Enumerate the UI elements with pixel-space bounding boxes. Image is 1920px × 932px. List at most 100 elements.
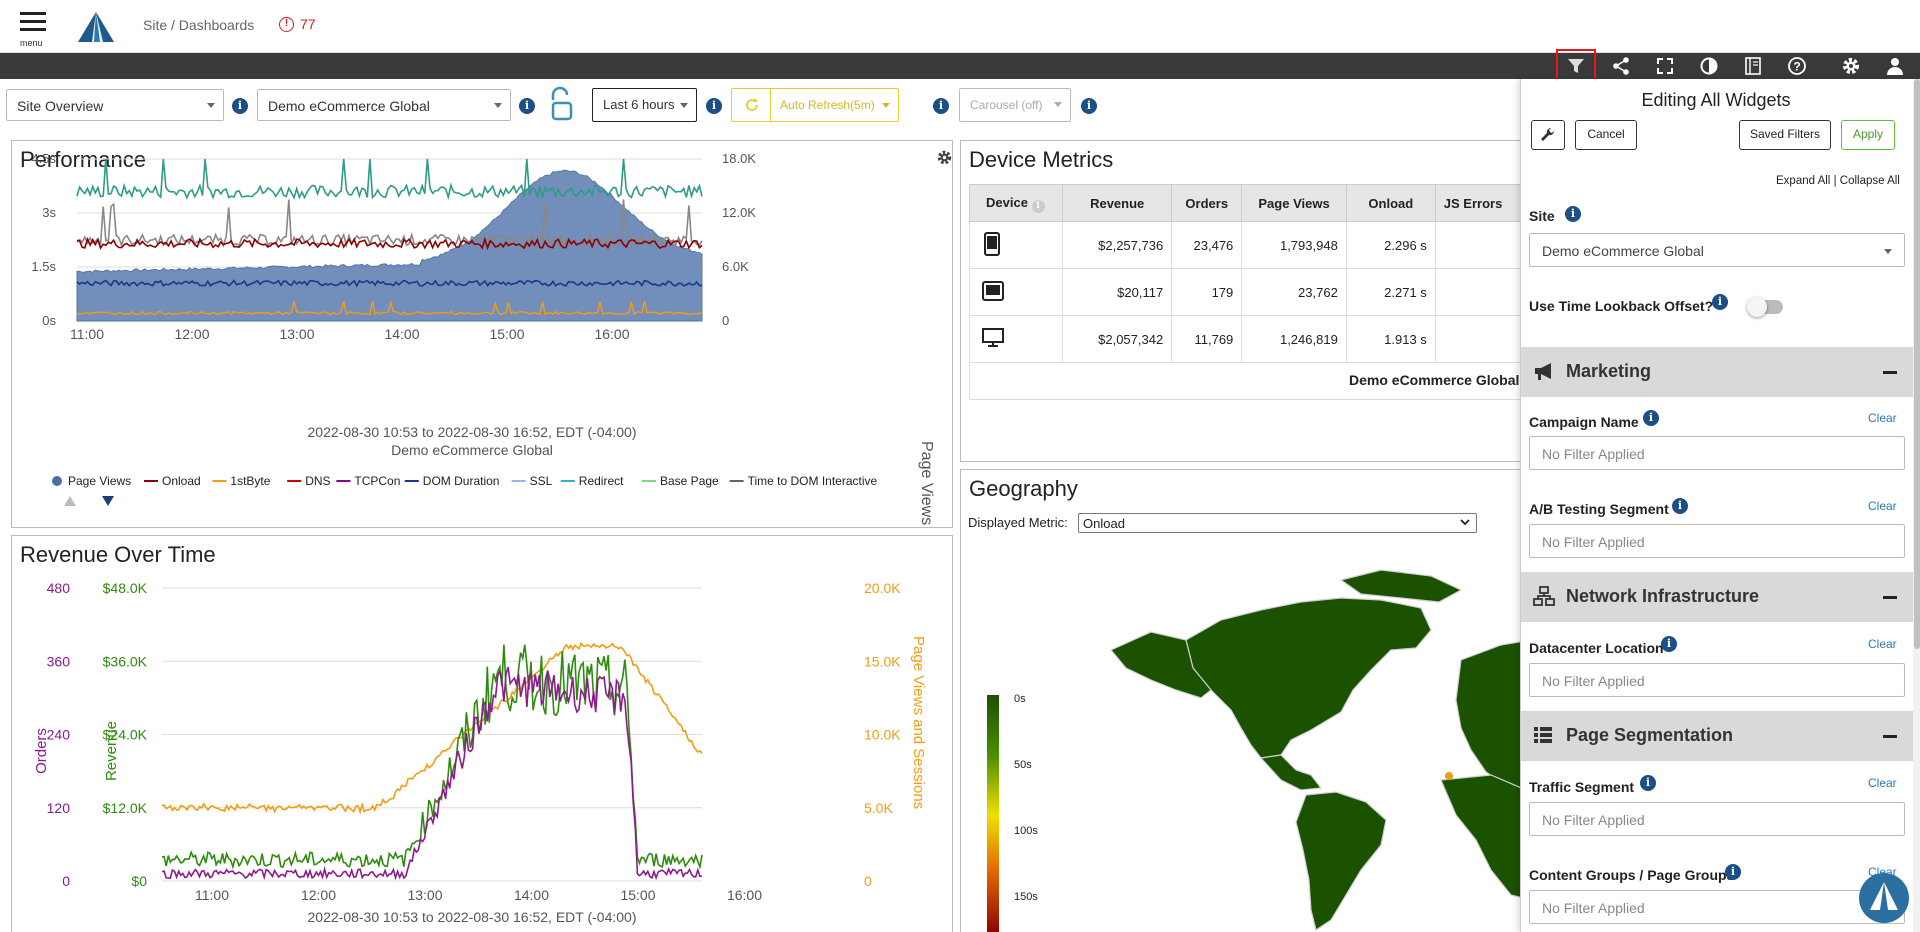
unlock-icon[interactable] bbox=[549, 86, 575, 122]
scrollbar-thumb[interactable] bbox=[1914, 79, 1920, 649]
legend-item[interactable]: Base Page bbox=[660, 474, 719, 488]
legend-item[interactable]: Time to DOM Interactive bbox=[748, 474, 878, 488]
y2-tick-label: 6.0K bbox=[722, 259, 749, 274]
wrench-icon bbox=[1541, 127, 1555, 141]
y2-tick-label: 0 bbox=[722, 313, 729, 328]
collapse-all-link[interactable]: Collapse All bbox=[1840, 175, 1900, 187]
legend-item[interactable]: DNS bbox=[305, 474, 330, 488]
dashboard-select[interactable]: Site Overview bbox=[6, 89, 224, 121]
alert-count: 77 bbox=[300, 16, 316, 32]
column-header[interactable]: Revenue bbox=[1062, 184, 1173, 222]
auto-refresh-control[interactable]: Auto Refresh(5m) bbox=[731, 88, 899, 122]
alert-icon: ! bbox=[279, 16, 294, 32]
scrollbar-track[interactable] bbox=[1913, 79, 1920, 932]
site-select[interactable]: Demo eCommerce Global bbox=[257, 89, 511, 121]
y-tick-label: 3s bbox=[42, 205, 56, 220]
notebook-icon[interactable] bbox=[1743, 56, 1763, 76]
column-header[interactable]: Orders bbox=[1171, 184, 1243, 222]
dashboard-toolbar: ? bbox=[0, 53, 1920, 79]
table-row[interactable]: $2,257,736 23,476 1,793,948 2.296 s bbox=[968, 221, 1529, 269]
info-icon[interactable]: i bbox=[1640, 775, 1656, 791]
table-row[interactable]: $20,117 179 23,762 2.271 s bbox=[968, 268, 1529, 316]
info-icon[interactable]: i bbox=[1643, 410, 1659, 426]
legend-item[interactable]: Redirect bbox=[579, 474, 624, 488]
orders-tick: 480 bbox=[47, 580, 71, 596]
fullscreen-icon[interactable] bbox=[1655, 56, 1675, 76]
info-icon[interactable]: i bbox=[1081, 98, 1097, 114]
filter-label: Content Groups / Page Groups bbox=[1529, 867, 1735, 883]
info-icon[interactable]: i bbox=[1712, 294, 1728, 310]
widget-title: Device Metrics bbox=[969, 147, 1114, 172]
gear-icon[interactable] bbox=[1841, 56, 1861, 76]
help-icon[interactable]: ? bbox=[1787, 56, 1807, 76]
section-page-segmentation[interactable]: Page Segmentation bbox=[1521, 711, 1913, 761]
wrench-button[interactable] bbox=[1531, 120, 1565, 150]
info-icon[interactable]: i bbox=[232, 98, 248, 114]
x-tick-label: 13:00 bbox=[279, 326, 314, 342]
collapse-icon[interactable] bbox=[1883, 596, 1897, 599]
site-filter-select[interactable]: Demo eCommerce Global bbox=[1529, 233, 1905, 267]
legend-item[interactable]: DOM Duration bbox=[423, 474, 500, 488]
collapse-icon[interactable] bbox=[1883, 735, 1897, 738]
campaign-name-filter[interactable]: No Filter Applied bbox=[1529, 436, 1905, 470]
expand-all-link[interactable]: Expand All bbox=[1776, 175, 1830, 187]
contrast-icon[interactable] bbox=[1699, 56, 1719, 76]
scroll-up-icon[interactable] bbox=[64, 496, 76, 506]
saved-filters-button[interactable]: Saved Filters bbox=[1739, 120, 1831, 150]
world-map[interactable]: 0s 50s 100s 150s bbox=[961, 540, 1530, 932]
clear-link[interactable]: Clear bbox=[1868, 637, 1897, 651]
info-icon[interactable]: i bbox=[706, 98, 722, 114]
refresh-icon[interactable] bbox=[745, 98, 759, 112]
legend-item[interactable]: SSL bbox=[530, 474, 553, 488]
section-network-infrastructure[interactable]: Network Infrastructure bbox=[1521, 572, 1913, 622]
info-icon[interactable]: i bbox=[1725, 864, 1741, 880]
legend-item[interactable]: Page Views bbox=[68, 474, 131, 488]
collapse-icon[interactable] bbox=[1883, 371, 1897, 374]
lookback-toggle[interactable] bbox=[1747, 297, 1783, 317]
clear-link[interactable]: Clear bbox=[1868, 411, 1897, 425]
ab-segment-filter[interactable]: No Filter Applied bbox=[1529, 524, 1905, 558]
pv-tick: 0 bbox=[864, 873, 872, 889]
legend-item[interactable]: TCPCon bbox=[354, 474, 400, 488]
info-icon[interactable]: i bbox=[933, 98, 949, 114]
cancel-button[interactable]: Cancel bbox=[1575, 120, 1637, 150]
user-icon[interactable] bbox=[1885, 56, 1905, 76]
clear-link[interactable]: Clear bbox=[1868, 776, 1897, 790]
revenue-tick: $48.0K bbox=[103, 580, 148, 596]
legend-item[interactable]: 1stByte bbox=[230, 474, 270, 488]
metric-select[interactable]: Onload bbox=[1078, 513, 1477, 533]
info-icon[interactable]: i bbox=[1661, 636, 1677, 652]
scroll-down-icon[interactable] bbox=[102, 496, 114, 506]
info-icon[interactable]: i bbox=[519, 98, 535, 114]
column-header[interactable]: Page Views bbox=[1241, 184, 1347, 222]
breadcrumb[interactable]: Site / Dashboards bbox=[143, 17, 254, 33]
info-icon[interactable]: i bbox=[1565, 206, 1581, 222]
menu-button[interactable]: menu bbox=[18, 10, 50, 48]
list-icon bbox=[1534, 727, 1552, 743]
column-header[interactable]: Onload bbox=[1345, 184, 1436, 222]
filter-label: Traffic Segment bbox=[1529, 779, 1635, 795]
pv-axis-label: Page Views and Sessions bbox=[910, 636, 927, 809]
geography-widget: Geography Displayed Metric: Onload 0s 50… bbox=[960, 469, 1530, 932]
share-icon[interactable] bbox=[1611, 56, 1631, 76]
column-header[interactable]: Device i bbox=[968, 184, 1064, 222]
alert-badge[interactable]: ! 77 bbox=[279, 16, 316, 32]
section-marketing[interactable]: Marketing bbox=[1521, 347, 1913, 397]
pv-tick: 15.0K bbox=[864, 653, 901, 669]
support-logo-icon[interactable] bbox=[1858, 872, 1910, 924]
apply-button[interactable]: Apply bbox=[1841, 120, 1895, 150]
datacenter-filter[interactable]: No Filter Applied bbox=[1529, 663, 1905, 697]
revenue-tick: $36.0K bbox=[103, 653, 148, 669]
column-header[interactable]: JS Errors bbox=[1434, 184, 1529, 222]
carousel-select[interactable]: Carousel (off) bbox=[959, 88, 1071, 122]
x-tick-label: 15:00 bbox=[489, 326, 524, 342]
traffic-segment-filter[interactable]: No Filter Applied bbox=[1529, 802, 1905, 836]
time-range-select[interactable]: Last 6 hours bbox=[592, 88, 697, 122]
clear-link[interactable]: Clear bbox=[1868, 499, 1897, 513]
info-icon[interactable]: i bbox=[1672, 498, 1688, 514]
legend-item[interactable]: Onload bbox=[162, 474, 201, 488]
mountain-logo-icon[interactable] bbox=[76, 10, 116, 44]
table-row[interactable]: $2,057,342 11,769 1,246,819 1.913 s bbox=[968, 315, 1529, 363]
content-groups-filter[interactable]: No Filter Applied bbox=[1529, 890, 1905, 924]
tablet-icon bbox=[982, 280, 1004, 301]
